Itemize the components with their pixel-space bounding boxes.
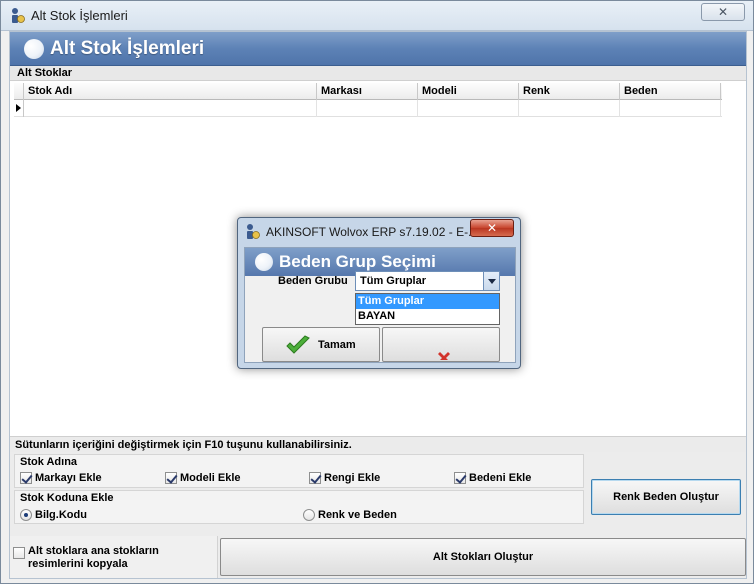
stok-koduna-title: Stok Koduna Ekle — [20, 492, 114, 504]
markayi-ekle-label: Markayı Ekle — [35, 472, 102, 484]
modeli-ekle-checkbox[interactable]: Modeli Ekle — [165, 472, 241, 484]
dialog-close-button[interactable]: ✕ — [470, 219, 514, 237]
hint-text: Sütunların içeriğini değiştirmek için F1… — [10, 436, 746, 452]
grid-header: Stok Adı Markası Modeli Renk Beden — [14, 83, 722, 100]
close-icon: ✕ — [486, 221, 498, 235]
banner-circle-icon — [24, 39, 44, 59]
checkbox-checked-icon — [309, 472, 321, 484]
checkbox-unchecked-icon — [13, 547, 25, 559]
header-banner: Alt Stok İşlemleri — [10, 32, 746, 66]
copy-images-label: Alt stoklara ana stokların resimlerini k… — [28, 545, 159, 571]
iptal-button[interactable] — [382, 327, 500, 362]
renk-ve-beden-label: Renk ve Beden — [318, 509, 397, 521]
cell-beden[interactable] — [620, 100, 721, 117]
grid-header-indicator — [14, 83, 24, 100]
column-header-stok-adi[interactable]: Stok Adı — [24, 83, 317, 100]
radio-selected-icon — [20, 509, 32, 521]
column-header-beden[interactable]: Beden — [620, 83, 721, 100]
table-row[interactable] — [14, 100, 722, 117]
bedeni-ekle-checkbox[interactable]: Bedeni Ekle — [454, 472, 531, 484]
combo-selected-value: Tüm Gruplar — [360, 275, 427, 287]
main-window: Alt Stok İşlemleri ✕ Alt Stok İşlemleri … — [0, 0, 754, 584]
bedeni-ekle-label: Bedeni Ekle — [469, 472, 532, 484]
markayi-ekle-checkbox[interactable]: Markayı Ekle — [20, 472, 102, 484]
dialog-app-logo-icon — [247, 224, 260, 239]
beden-grup-dialog: AKINSOFT Wolvox ERP s7.19.02 - E-... ✕ B… — [237, 217, 521, 369]
tamam-button[interactable]: Tamam — [262, 327, 380, 362]
dropdown-option-bayan[interactable]: BAYAN — [356, 309, 499, 324]
dialog-body: Beden Grup Seçimi Beden Grubu Tüm Grupla… — [244, 247, 516, 363]
checkbox-checked-icon — [20, 472, 32, 484]
cell-modeli[interactable] — [418, 100, 519, 117]
row-indicator-arrow-icon — [14, 100, 24, 117]
dropdown-option-tum-gruplar[interactable]: Tüm Gruplar — [356, 294, 499, 309]
checkbox-checked-icon — [165, 472, 177, 484]
dialog-title: AKINSOFT Wolvox ERP s7.19.02 - E-... — [266, 225, 479, 239]
copy-images-label-line1: Alt stoklara ana stokların — [28, 545, 159, 557]
renk-ve-beden-radio[interactable]: Renk ve Beden — [303, 509, 397, 521]
window-close-button[interactable]: ✕ — [701, 3, 745, 21]
stok-koduna-group: Stok Koduna Ekle Bilg.Kodu Renk ve Beden — [14, 490, 584, 524]
cell-renk[interactable] — [519, 100, 620, 117]
cell-markasi[interactable] — [317, 100, 418, 117]
dialog-banner-title: Beden Grup Seçimi — [279, 252, 436, 271]
rengi-ekle-checkbox[interactable]: Rengi Ekle — [309, 472, 380, 484]
beden-grubu-dropdown-list[interactable]: Tüm Gruplar BAYAN — [355, 293, 500, 325]
alt-stoklar-grid[interactable]: Stok Adı Markası Modeli Renk Beden — [14, 83, 722, 119]
copy-images-checkbox[interactable]: Alt stoklara ana stokların resimlerini k… — [13, 545, 159, 571]
title-bar: Alt Stok İşlemleri ✕ — [1, 1, 753, 31]
stok-adina-title: Stok Adına — [20, 456, 78, 468]
stok-adina-group: Stok Adına Markayı Ekle Modeli Ekle Reng… — [14, 454, 584, 488]
bilg-kodu-radio[interactable]: Bilg.Kodu — [20, 509, 87, 521]
cell-stok-adi[interactable] — [24, 100, 317, 117]
column-header-renk[interactable]: Renk — [519, 83, 620, 100]
dialog-banner-circle-icon — [255, 253, 273, 271]
column-header-modeli[interactable]: Modeli — [418, 83, 519, 100]
copy-images-panel: Alt stoklara ana stokların resimlerini k… — [10, 536, 218, 578]
radio-unselected-icon — [303, 509, 315, 521]
beden-grubu-label: Beden Grubu — [278, 275, 348, 287]
checkbox-checked-icon — [454, 472, 466, 484]
bilg-kodu-label: Bilg.Kodu — [35, 509, 87, 521]
rengi-ekle-label: Rengi Ekle — [324, 472, 381, 484]
cancel-icon — [438, 352, 450, 360]
alt-stoklari-olustur-button[interactable]: Alt Stokları Oluştur — [220, 538, 746, 576]
column-header-markasi[interactable]: Markası — [317, 83, 418, 100]
tamam-label: Tamam — [318, 339, 356, 351]
renk-beden-olustur-button[interactable]: Renk Beden Oluştur — [591, 479, 741, 515]
app-logo-icon — [12, 8, 25, 23]
chevron-down-icon[interactable] — [483, 272, 499, 290]
checkmark-icon — [286, 335, 310, 354]
alt-stoklar-label: Alt Stoklar — [10, 66, 746, 81]
modeli-ekle-label: Modeli Ekle — [180, 472, 241, 484]
beden-grubu-combo[interactable]: Tüm Gruplar — [355, 271, 500, 291]
window-title: Alt Stok İşlemleri — [31, 8, 128, 23]
close-icon: ✕ — [717, 5, 729, 19]
banner-title: Alt Stok İşlemleri — [50, 38, 205, 59]
copy-images-label-line2: resimlerini kopyala — [28, 558, 128, 570]
